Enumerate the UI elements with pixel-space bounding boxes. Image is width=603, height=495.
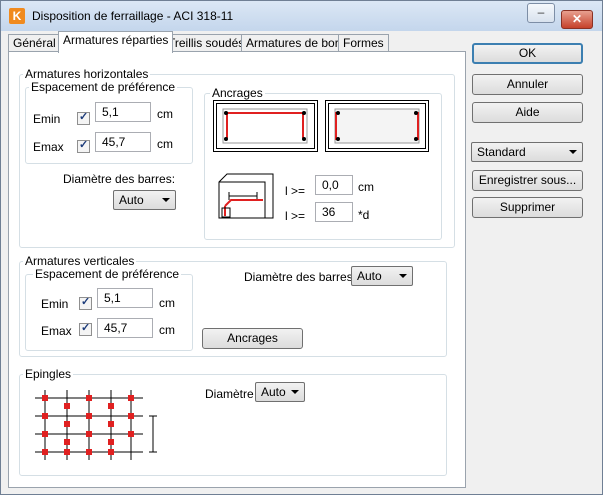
vertical-diameter-value: Auto — [357, 269, 382, 283]
horizontal-diameter-select[interactable]: Auto — [113, 190, 176, 210]
horizontal-emin-unit: cm — [157, 107, 173, 121]
horizontal-emax-unit: cm — [157, 137, 173, 151]
anchorage-hook-type-a-icon — [213, 100, 318, 152]
vertical-emax-unit: cm — [159, 323, 175, 337]
chevron-down-icon — [162, 198, 170, 202]
anchorage-type-images[interactable] — [213, 100, 429, 152]
pins-diameter-select[interactable]: Auto — [255, 382, 305, 402]
cancel-button[interactable]: Annuler — [472, 74, 583, 95]
chevron-down-icon — [569, 150, 577, 154]
pins-grid-diagram-icon — [35, 390, 157, 460]
dialog-content: Général Armatures réparties Treillis sou… — [1, 31, 602, 494]
horizontal-spacing-title: Espacement de préférence — [29, 80, 178, 94]
horizontal-emin-input[interactable]: 5,1 — [95, 102, 151, 122]
pins-group-title: Epingles — [23, 367, 74, 381]
tab-armatures-reparties[interactable]: Armatures réparties — [58, 31, 174, 53]
horizontal-emin-label: Emin — [33, 112, 61, 126]
close-button[interactable]: ✕ — [561, 10, 593, 29]
vertical-group-title: Armatures verticales — [23, 254, 137, 268]
help-button[interactable]: Aide — [472, 102, 583, 123]
anchorage-length-diagram-icon — [218, 173, 274, 219]
preset-value: Standard — [477, 145, 526, 159]
vertical-diameter-label: Diamètre des barres: — [244, 270, 357, 284]
vertical-diameter-select[interactable]: Auto — [351, 266, 413, 286]
anchorage-l2-label: l >= — [285, 209, 306, 223]
chevron-down-icon — [291, 390, 299, 394]
horizontal-diameter-value: Auto — [119, 193, 144, 207]
vertical-emin-checkbox[interactable] — [79, 295, 92, 310]
anchorage-l1-label: l >= — [285, 184, 306, 198]
vertical-emax-input[interactable]: 45,7 — [97, 318, 153, 338]
anchorage-l1-input[interactable]: 0,0 — [315, 175, 353, 195]
horizontal-emax-checkbox[interactable] — [77, 138, 90, 153]
window-title: Disposition de ferraillage - ACI 318-11 — [32, 9, 234, 23]
app-logo-icon: K — [9, 8, 25, 24]
tab-general[interactable]: Général — [8, 34, 61, 52]
tab-armatures-de-bord[interactable]: Armatures de bord — [241, 34, 351, 52]
chevron-down-icon — [399, 274, 407, 278]
anchorage-hook-type-b-icon — [325, 100, 429, 152]
vertical-emin-input[interactable]: 5,1 — [97, 288, 153, 308]
horizontal-diameter-label: Diamètre des barres: — [63, 172, 176, 186]
anchorage-l1-unit: cm — [358, 180, 374, 194]
preset-select[interactable]: Standard — [471, 142, 583, 162]
horizontal-group-title: Armatures horizontales — [23, 67, 151, 81]
title-bar: K Disposition de ferraillage - ACI 318-1… — [1, 1, 602, 31]
vertical-emax-label: Emax — [41, 324, 72, 338]
tab-treillis-soudes[interactable]: Treillis soudés — [163, 34, 250, 52]
horizontal-emin-checkbox[interactable] — [77, 110, 90, 125]
anchorage-l2-input[interactable]: 36 — [315, 202, 353, 222]
pins-diameter-label: Diamètre — [205, 387, 254, 401]
tab-formes[interactable]: Formes — [338, 34, 389, 52]
vertical-anchorages-button[interactable]: Ancrages — [202, 328, 303, 349]
anchorage-l2-unit: *d — [358, 208, 370, 222]
anchorages-title: Ancrages — [210, 86, 265, 100]
vertical-emax-checkbox[interactable] — [79, 321, 92, 336]
pins-diameter-value: Auto — [261, 385, 286, 399]
tab-panel: Armatures horizontales Espacement de pré… — [8, 51, 466, 488]
vertical-emin-unit: cm — [159, 296, 175, 310]
horizontal-emax-input[interactable]: 45,7 — [95, 132, 151, 152]
delete-button[interactable]: Supprimer — [472, 197, 583, 218]
vertical-emin-label: Emin — [41, 297, 69, 311]
dialog-window: K Disposition de ferraillage - ACI 318-1… — [0, 0, 603, 495]
horizontal-emax-label: Emax — [33, 140, 64, 154]
vertical-spacing-group — [25, 274, 193, 351]
vertical-spacing-title: Espacement de préférence — [33, 267, 182, 281]
ok-button[interactable]: OK — [472, 43, 583, 64]
minimize-button[interactable]: – — [527, 3, 555, 23]
save-as-button[interactable]: Enregistrer sous... — [472, 170, 583, 191]
